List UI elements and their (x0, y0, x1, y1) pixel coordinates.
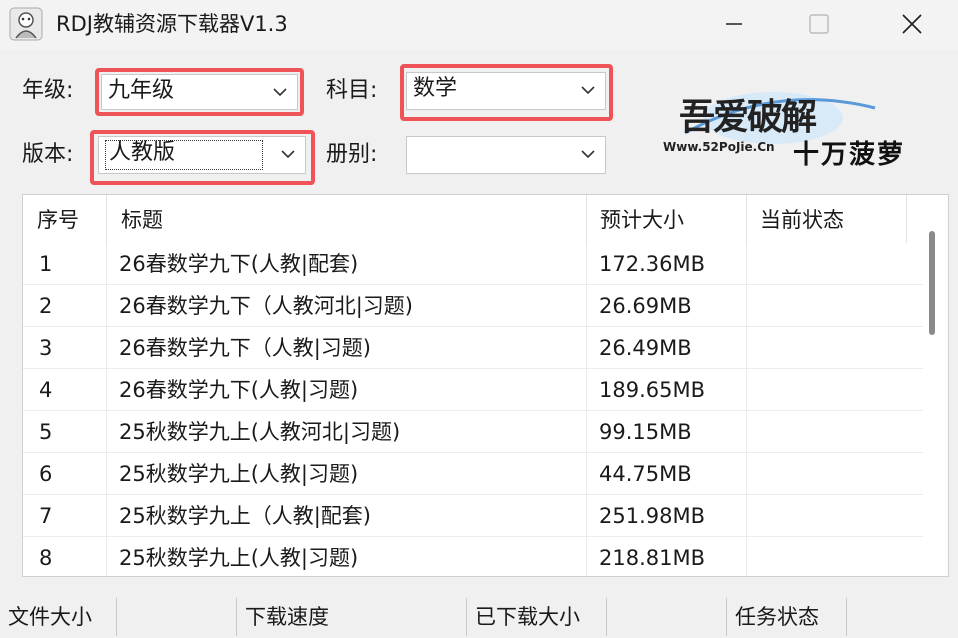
logo-url-text: Www.52PoJie.Cn (663, 140, 775, 154)
resource-table[interactable]: 序号 标题 预计大小 当前状态 1 26春数学九下(人教|配套) 172.36MB 2… (22, 194, 949, 577)
volume-select[interactable] (406, 136, 606, 174)
cell-title: 26春数学九下（人教|习题) (119, 336, 371, 360)
cell-index: 6 (39, 462, 53, 486)
status-spacer (606, 598, 726, 636)
edition-value: 人教版 (109, 140, 176, 165)
cell-index: 3 (39, 336, 53, 360)
title-bar: RDJ教辅资源下载器V1.3 (0, 0, 958, 50)
logo-author-text: 十万菠萝 (793, 140, 906, 170)
subject-value: 数学 (413, 76, 458, 101)
status-spacer (846, 598, 958, 636)
logo-brand-text: 吾爱破解 (679, 96, 817, 138)
chevron-down-icon (581, 150, 595, 159)
status-bar: 文件大小 下载速度 已下载大小 任务状态 (0, 596, 958, 638)
close-button[interactable] (868, 0, 956, 48)
cell-size: 172.36MB (599, 252, 706, 276)
table-row[interactable]: 3 26春数学九下（人教|习题) 26.49MB (23, 327, 923, 369)
table-row[interactable]: 2 26春数学九下（人教河北|习题) 26.69MB (23, 285, 923, 327)
subject-label: 科目: (326, 78, 378, 103)
table-header: 序号 标题 预计大小 当前状态 (23, 195, 948, 243)
grade-label: 年级: (22, 78, 74, 103)
status-file-size: 文件大小 (8, 605, 92, 629)
brand-logo: 吾爱破解 Www.52PoJie.Cn 十万菠萝 (655, 78, 935, 170)
edition-select[interactable]: 人教版 (98, 136, 306, 174)
minimize-icon (726, 23, 742, 25)
cell-size: 218.81MB (599, 546, 706, 570)
app-icon (9, 7, 43, 41)
grade-value: 九年级 (108, 78, 175, 103)
cell-title: 25秋数学九上(人教|习题) (119, 546, 359, 570)
chevron-down-icon (281, 150, 295, 159)
header-divider (906, 195, 907, 243)
cell-title: 25秋数学九上(人教河北|习题) (119, 420, 401, 444)
cell-size: 26.69MB (599, 294, 692, 318)
cell-size: 44.75MB (599, 462, 692, 486)
cell-index: 5 (39, 420, 53, 444)
table-row[interactable]: 8 25秋数学九上(人教|习题) 218.81MB (23, 537, 923, 576)
volume-label: 册别: (326, 142, 378, 167)
cell-index: 7 (39, 504, 53, 528)
table-row[interactable]: 4 26春数学九下(人教|习题) 189.65MB (23, 369, 923, 411)
window-title: RDJ教辅资源下载器V1.3 (56, 12, 288, 36)
cell-title: 26春数学九下(人教|习题) (119, 378, 359, 402)
header-status[interactable]: 当前状态 (746, 195, 906, 243)
grade-select[interactable]: 九年级 (101, 74, 298, 110)
cell-size: 189.65MB (599, 378, 706, 402)
cell-title: 26春数学九下(人教|配套) (119, 252, 359, 276)
header-size[interactable]: 预计大小 (586, 195, 746, 243)
chevron-down-icon (581, 86, 595, 95)
status-downloaded: 已下载大小 (466, 598, 606, 636)
table-row[interactable]: 7 25秋数学九上（人教|配套) 251.98MB (23, 495, 923, 537)
minimize-button[interactable] (690, 0, 778, 48)
maximize-icon (809, 14, 829, 34)
close-icon (902, 14, 922, 34)
header-index[interactable]: 序号 (23, 195, 107, 243)
chevron-down-icon (273, 88, 287, 97)
cell-size: 26.49MB (599, 336, 692, 360)
status-spacer (116, 598, 236, 636)
maximize-button[interactable] (775, 0, 863, 48)
status-task: 任务状态 (726, 598, 846, 636)
edition-label: 版本: (22, 142, 74, 167)
header-title[interactable]: 标题 (107, 195, 587, 243)
cell-index: 4 (39, 378, 53, 402)
cell-size: 99.15MB (599, 420, 692, 444)
status-speed: 下载速度 (236, 598, 466, 636)
cell-title: 25秋数学九上（人教|配套) (119, 504, 371, 528)
table-row[interactable]: 6 25秋数学九上(人教|习题) 44.75MB (23, 453, 923, 495)
cell-index: 8 (39, 546, 53, 570)
vertical-scrollbar[interactable] (929, 231, 935, 335)
cell-index: 2 (39, 294, 53, 318)
cell-title: 26春数学九下（人教河北|习题) (119, 294, 413, 318)
cell-index: 1 (39, 252, 53, 276)
table-row[interactable]: 5 25秋数学九上(人教河北|习题) 99.15MB (23, 411, 923, 453)
subject-select[interactable]: 数学 (406, 72, 606, 110)
table-row[interactable]: 1 26春数学九下(人教|配套) 172.36MB (23, 243, 923, 285)
cell-title: 25秋数学九上(人教|习题) (119, 462, 359, 486)
cell-size: 251.98MB (599, 504, 706, 528)
